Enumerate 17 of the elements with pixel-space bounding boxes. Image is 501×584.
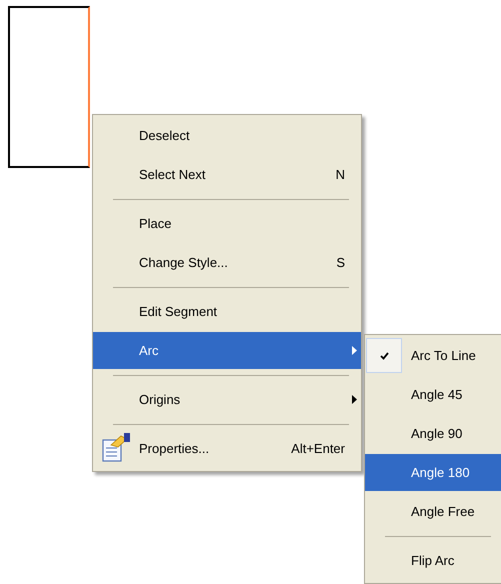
menu-item[interactable]: Angle 180 [365,454,501,491]
menu-item[interactable]: Edit Segment [93,293,361,330]
menu-item[interactable]: Place [93,205,361,242]
menu-item[interactable]: Origins [93,381,361,418]
menu-item[interactable]: Arc To Line [365,337,501,374]
menu-item[interactable]: Arc [93,332,361,369]
submenu-arrow-icon [352,395,357,404]
menu-item[interactable]: Angle 45 [365,376,501,413]
menu-item[interactable]: Properties... Alt+Enter [93,430,361,467]
menu-item[interactable]: Angle 90 [365,415,501,452]
menu-item[interactable]: Angle Free [365,493,501,530]
menu-item[interactable]: Change Style... S [93,244,361,281]
properties-icon [101,433,131,463]
menu-item[interactable]: Select Next N [93,156,361,193]
menu-item[interactable]: Flip Arc [365,542,501,579]
submenu-arrow-icon [352,346,357,355]
menu-item[interactable]: Deselect [93,117,361,154]
